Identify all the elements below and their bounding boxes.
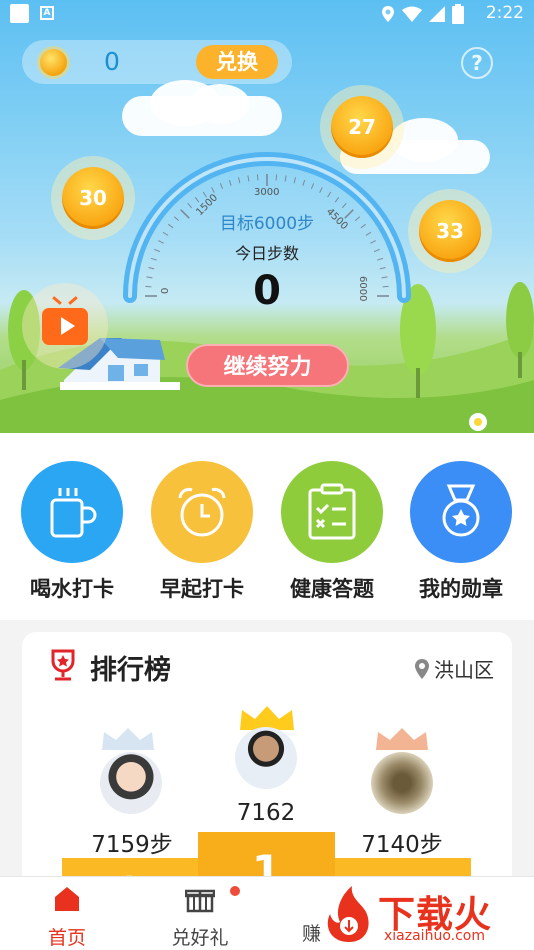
- coin-icon: [40, 49, 67, 76]
- battery-icon: [452, 4, 464, 24]
- gauge-tick-mark: [334, 197, 340, 203]
- rank-steps: 7159步: [91, 832, 173, 858]
- today-steps-label: 今日步数: [234, 244, 299, 263]
- gauge-tick-mark: [228, 179, 232, 186]
- tab-label: 兑好礼: [171, 927, 229, 949]
- watermark: 下载火 xiazaihuo.com: [312, 880, 534, 950]
- gauge-tick-mark: [202, 191, 207, 198]
- avatar[interactable]: [371, 752, 433, 814]
- gauge-tick-mark: [310, 183, 315, 190]
- feature-icon-circle: [410, 461, 512, 563]
- feature-icon-circle: [281, 461, 383, 563]
- notification-icon: [10, 4, 29, 23]
- status-bar: A 2:22: [0, 0, 534, 28]
- gauge-tick-mark: [247, 175, 250, 182]
- gauge-tick-mark: [341, 202, 347, 209]
- gauge-tick-label: 3000: [254, 187, 279, 198]
- feature-early-rise-checkin[interactable]: 早起打卡: [137, 461, 267, 603]
- target-steps-text: 目标6000步: [219, 214, 315, 234]
- feature-label: 早起打卡: [160, 577, 244, 601]
- notification-dot: [230, 886, 240, 896]
- bronze-crown-icon: [376, 728, 428, 750]
- feature-health-quiz[interactable]: 健康答题: [267, 461, 397, 603]
- rank-steps: 7140步: [361, 832, 443, 858]
- coin-balance-bar: 0 兑换: [22, 40, 292, 84]
- feature-water-checkin[interactable]: 喝水打卡: [7, 461, 137, 603]
- wifi-icon: [402, 6, 422, 22]
- video-reward-button[interactable]: [22, 283, 108, 369]
- tab-home[interactable]: 首页: [12, 885, 122, 950]
- help-button[interactable]: ?: [461, 47, 493, 79]
- gauge-tick-mark: [219, 183, 224, 190]
- gauge-tick-mark: [194, 197, 200, 203]
- trophy-icon: [51, 649, 75, 681]
- feature-grid: 喝水打卡 早起打卡 健康答题 我的勋章: [0, 433, 534, 620]
- feature-icon-circle: [151, 461, 253, 563]
- gauge-tick-mark: [211, 187, 215, 193]
- feature-my-medals[interactable]: 我的勋章: [396, 461, 526, 603]
- gauge-tick-mark: [238, 177, 241, 184]
- location-label: 洪山区: [434, 658, 494, 682]
- ranking-title: 排行榜: [90, 655, 171, 686]
- signal-icon: [429, 6, 445, 22]
- cup-icon: [50, 488, 97, 538]
- location-selector[interactable]: 洪山区: [414, 654, 494, 683]
- feature-icon-circle: [21, 461, 123, 563]
- hero-banner: A 2:22 0 兑换 ? 30 27 33 0 1500 3000 4500 …: [0, 0, 534, 433]
- silver-crown-icon: [102, 728, 154, 750]
- alarm-clock-icon: [178, 488, 226, 537]
- keyboard-icon: A: [40, 6, 54, 20]
- feature-label: 喝水打卡: [30, 577, 114, 601]
- play-icon: [61, 317, 75, 335]
- medal-icon: [442, 484, 480, 537]
- avatar[interactable]: [100, 752, 162, 814]
- quiz-checklist-icon: [308, 483, 356, 540]
- exchange-button[interactable]: 兑换: [196, 45, 278, 79]
- tab-label: 首页: [47, 927, 86, 949]
- gauge-tick-mark: [302, 179, 306, 186]
- gauge-tick-mark: [293, 177, 296, 184]
- flame-logo-icon: [327, 886, 369, 942]
- avatar[interactable]: [235, 727, 297, 789]
- gauge-tick-mark: [284, 175, 287, 182]
- feature-label: 健康答题: [290, 577, 374, 601]
- gift-icon: [184, 889, 216, 913]
- location-pin-icon: [415, 658, 429, 679]
- gauge-tick-mark: [327, 191, 332, 198]
- gauge-tick-mark: [187, 202, 193, 209]
- keep-going-button[interactable]: 继续努力: [186, 344, 349, 387]
- home-icon: [55, 887, 79, 911]
- gauge-tick-mark: [319, 187, 323, 193]
- feature-label: 我的勋章: [419, 577, 503, 601]
- tab-gifts[interactable]: 兑好礼: [145, 885, 255, 950]
- watermark-url: xiazaihuo.com: [384, 928, 485, 944]
- location-icon: [382, 6, 394, 22]
- coin-count: 0: [104, 47, 120, 76]
- status-time: 2:22: [485, 3, 524, 23]
